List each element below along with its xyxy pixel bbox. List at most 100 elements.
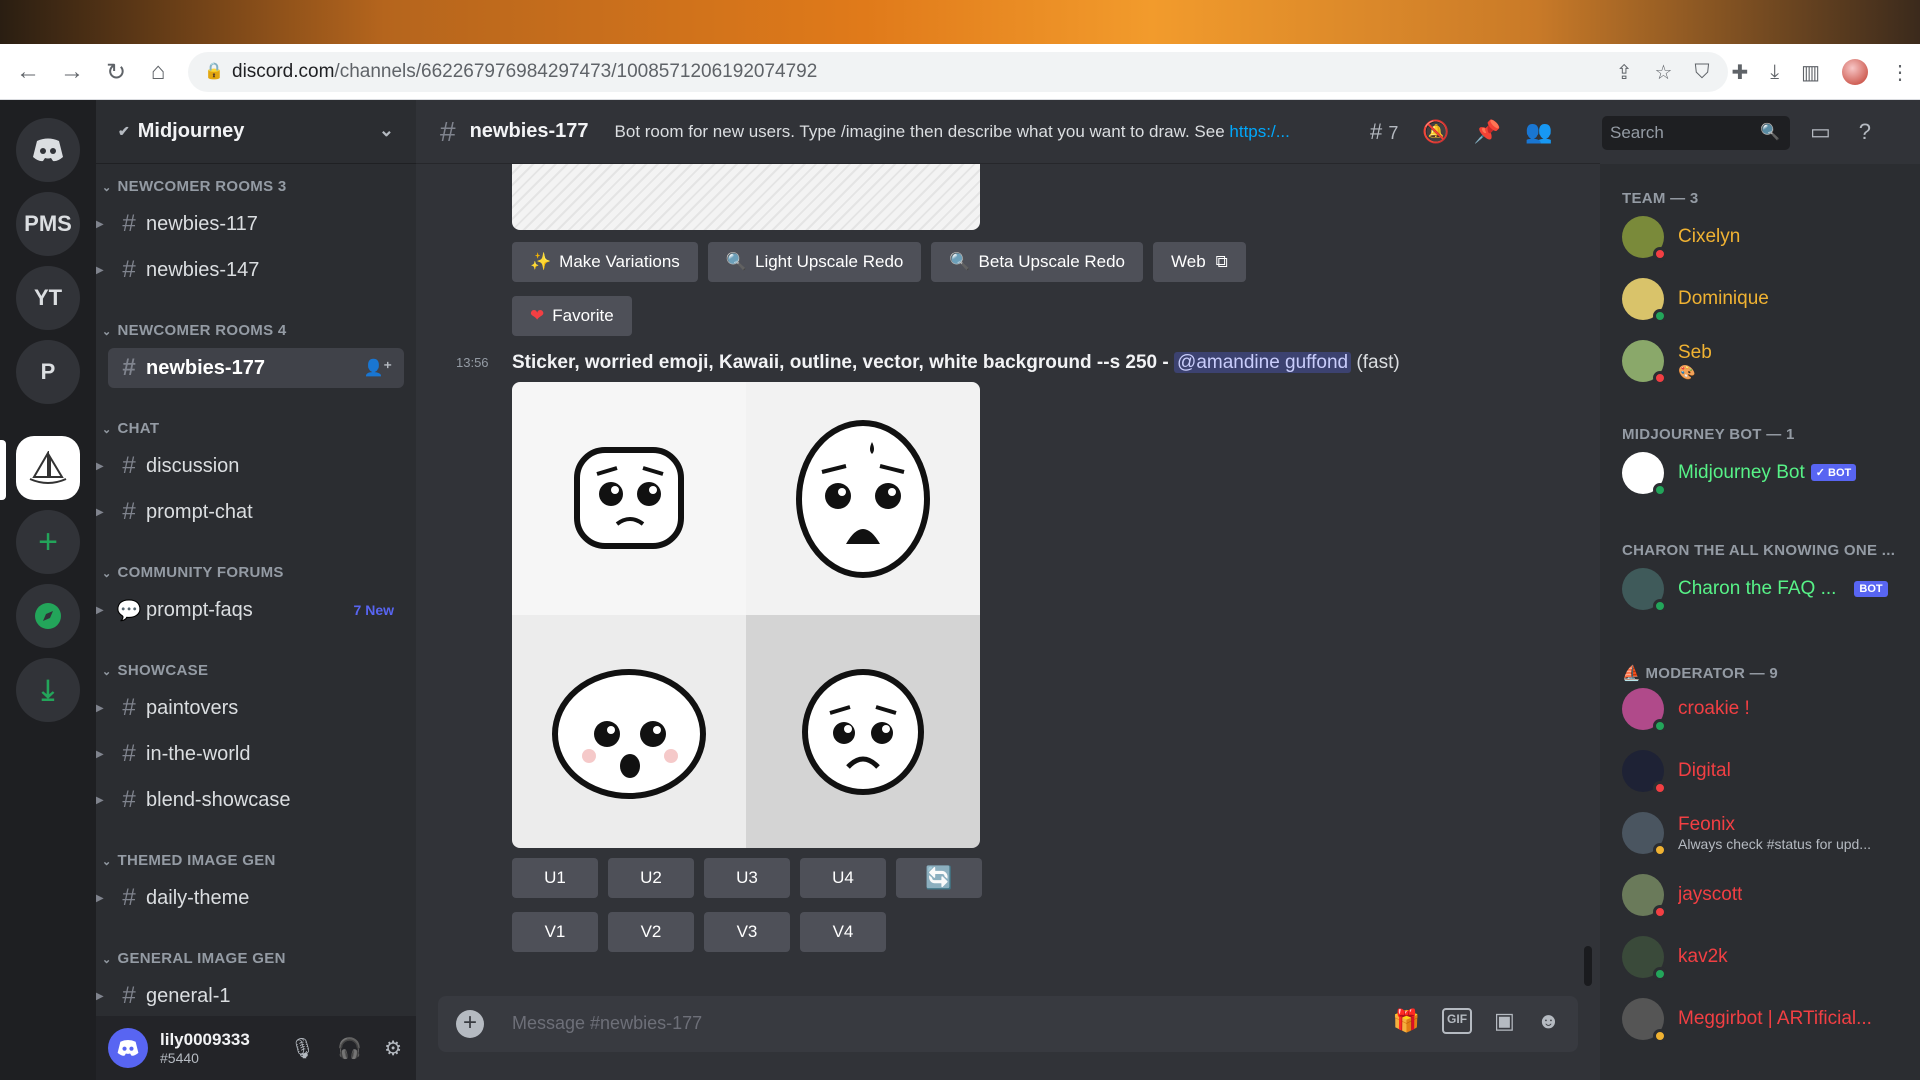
- download-apps-icon[interactable]: ⤓: [16, 658, 80, 722]
- search-input[interactable]: Search 🔍: [1602, 116, 1790, 150]
- emoji-icon[interactable]: ☻: [1537, 1008, 1560, 1034]
- add-server-icon[interactable]: +: [16, 510, 80, 574]
- channel-newbies-147[interactable]: ▶ # newbies-147: [96, 250, 404, 290]
- channel-topic[interactable]: Bot room for new users. Type /imagine th…: [615, 122, 1290, 142]
- server-pms[interactable]: PMS: [16, 192, 80, 256]
- category-general-image-gen[interactable]: ⌄ GENERAL IMAGE GEN: [96, 950, 286, 967]
- channel-discussion[interactable]: ▶ # discussion: [96, 446, 404, 486]
- message-composer[interactable]: + Message #newbies-177 🎁 GIF ▣ ☻: [438, 996, 1578, 1052]
- channel-newbies-117[interactable]: ▶ # newbies-117: [96, 204, 404, 244]
- message-input-placeholder[interactable]: Message #newbies-177: [512, 1013, 702, 1034]
- gift-icon[interactable]: 🎁: [1393, 1008, 1420, 1034]
- beta-upscale-redo-button[interactable]: 🔍 Beta Upscale Redo: [931, 242, 1144, 282]
- pin-icon[interactable]: 📌: [1474, 119, 1501, 145]
- channel-daily-theme[interactable]: ▶ # daily-theme: [96, 878, 404, 918]
- member-digital[interactable]: Digital: [1622, 746, 1912, 796]
- variation-2-button[interactable]: V2: [608, 912, 694, 952]
- sticker-icon[interactable]: ▣: [1494, 1008, 1515, 1034]
- category-showcase[interactable]: ⌄ SHOWCASE: [96, 662, 208, 679]
- member-cixelyn[interactable]: Cixelyn: [1622, 212, 1912, 262]
- avatar: [1622, 340, 1667, 385]
- channel-newbies-177[interactable]: # newbies-177 👤⁺: [108, 348, 404, 388]
- discord-home-icon[interactable]: [16, 118, 80, 182]
- reload-icon[interactable]: ↻: [96, 44, 136, 100]
- home-icon[interactable]: ⌂: [138, 44, 178, 100]
- channel-paintovers[interactable]: ▶ # paintovers: [96, 688, 404, 728]
- inbox-icon[interactable]: ▭: [1810, 119, 1831, 145]
- member-meggirbot[interactable]: Meggirbot | ARTificial...: [1622, 994, 1912, 1044]
- upscale-1-button[interactable]: U1: [512, 858, 598, 898]
- chevron-icon: ⌄: [102, 424, 112, 436]
- user-mention[interactable]: @amandine guffond: [1174, 352, 1352, 373]
- category-newcomer-rooms-4[interactable]: ⌄ NEWCOMER ROOMS 4: [96, 322, 287, 339]
- channel-prompt-faqs[interactable]: ▶ 💬 prompt-faqs 7 New: [96, 590, 404, 630]
- bookmark-star-icon[interactable]: ☆: [1655, 60, 1673, 85]
- explore-servers-icon[interactable]: [16, 584, 80, 648]
- settings-gear-icon[interactable]: ⚙: [384, 1036, 402, 1061]
- sidebar-icon[interactable]: ▥: [1801, 60, 1820, 85]
- avatar: [1622, 936, 1667, 981]
- reroll-button[interactable]: 🔄: [896, 858, 982, 898]
- channel-prompt-chat[interactable]: ▶ # prompt-chat: [96, 492, 404, 532]
- browser-menu-icon[interactable]: ⋮: [1890, 60, 1910, 85]
- mute-notifications-icon[interactable]: 🔕: [1422, 119, 1449, 145]
- favorite-row: ❤ Favorite: [512, 296, 632, 336]
- caret-icon: ▶: [96, 794, 104, 806]
- server-p[interactable]: P: [16, 340, 80, 404]
- heart-icon: ❤: [530, 306, 545, 325]
- member-charon[interactable]: Charon the FAQ ... BOT: [1622, 564, 1912, 614]
- create-invite-icon[interactable]: 👤⁺: [364, 358, 392, 378]
- upscale-3-button[interactable]: U3: [704, 858, 790, 898]
- upload-plus-icon[interactable]: +: [456, 1010, 484, 1038]
- status-idle: [1653, 1029, 1667, 1043]
- forward-icon[interactable]: →: [52, 44, 92, 100]
- variation-3-button[interactable]: V3: [704, 912, 790, 952]
- download-icon[interactable]: ⤓: [1770, 61, 1779, 84]
- member-kav2k[interactable]: kav2k: [1622, 932, 1912, 982]
- category-community-forums[interactable]: ⌄ COMMUNITY FORUMS: [96, 564, 284, 581]
- category-newcomer-rooms-3[interactable]: ⌄ NEWCOMER ROOMS 3: [96, 178, 287, 195]
- variation-4-button[interactable]: V4: [800, 912, 886, 952]
- channel-blend-showcase[interactable]: ▶ # blend-showcase: [96, 780, 404, 820]
- share-icon[interactable]: ⇪: [1616, 60, 1633, 85]
- member-jayscott[interactable]: jayscott: [1622, 870, 1912, 920]
- channel-in-the-world[interactable]: ▶ # in-the-world: [96, 734, 404, 774]
- member-dominique[interactable]: Dominique: [1622, 274, 1912, 324]
- member-seb[interactable]: Seb 🎨: [1622, 336, 1912, 386]
- variation-1-button[interactable]: V1: [512, 912, 598, 952]
- avatar: [1622, 688, 1667, 733]
- upscale-2-button[interactable]: U2: [608, 858, 694, 898]
- threads-icon[interactable]: # 7: [1370, 119, 1398, 145]
- category-themed-image-gen[interactable]: ⌄ THEMED IMAGE GEN: [96, 852, 276, 869]
- topic-link[interactable]: https:/...: [1229, 122, 1289, 141]
- member-midjourney-bot[interactable]: Midjourney Bot ✓ BOT: [1622, 448, 1912, 498]
- headphones-icon[interactable]: 🎧: [337, 1036, 362, 1061]
- generated-image-grid[interactable]: [512, 382, 980, 848]
- thread-hash-icon: #: [122, 354, 136, 381]
- help-icon[interactable]: ?: [1859, 119, 1871, 145]
- user-avatar[interactable]: [108, 1028, 148, 1068]
- chevron-down-icon[interactable]: ⌄: [379, 120, 394, 141]
- previous-image[interactable]: [512, 164, 980, 230]
- address-bar[interactable]: 🔒 discord.com/channels/66226797698429747…: [188, 52, 1728, 92]
- make-variations-button[interactable]: ✨ Make Variations: [512, 242, 698, 282]
- chat-scrollbar[interactable]: [1584, 946, 1592, 986]
- shield-icon[interactable]: ⛉: [1694, 61, 1709, 84]
- server-midjourney[interactable]: [16, 436, 80, 500]
- server-header[interactable]: ✔ Midjourney ⌄: [96, 100, 416, 164]
- member-croakie[interactable]: croakie !: [1622, 684, 1912, 734]
- web-button[interactable]: Web ⧉: [1153, 242, 1246, 282]
- upscale-4-button[interactable]: U4: [800, 858, 886, 898]
- profile-avatar[interactable]: [1842, 59, 1868, 85]
- mute-microphone-icon[interactable]: 🎙: [290, 1036, 315, 1061]
- back-icon[interactable]: ←: [8, 44, 48, 100]
- channel-general-1[interactable]: ▶ # general-1: [96, 976, 404, 1016]
- member-feonix[interactable]: Feonix Always check #status for upd...: [1622, 808, 1912, 858]
- extensions-icon[interactable]: ✚: [1731, 60, 1748, 85]
- favorite-button[interactable]: ❤ Favorite: [512, 296, 632, 336]
- gif-icon[interactable]: GIF: [1442, 1008, 1473, 1034]
- light-upscale-redo-button[interactable]: 🔍 Light Upscale Redo: [707, 242, 922, 282]
- category-chat[interactable]: ⌄ CHAT: [96, 420, 159, 437]
- member-list-icon[interactable]: 👥: [1525, 119, 1552, 145]
- server-yt[interactable]: YT: [16, 266, 80, 330]
